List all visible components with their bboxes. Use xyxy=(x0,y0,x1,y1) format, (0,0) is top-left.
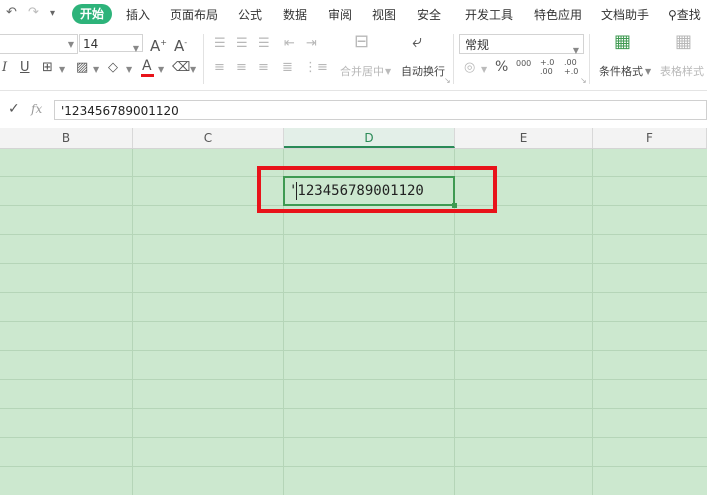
column-headers: B C D E F xyxy=(0,128,707,149)
justify-icon[interactable]: ≣ xyxy=(282,60,293,76)
distributed-icon[interactable]: ⋮≡ xyxy=(304,60,328,76)
thousands-button[interactable]: 000 xyxy=(516,59,531,68)
font-color-icon[interactable]: A xyxy=(142,58,152,74)
chevron-down-icon[interactable]: ▼ xyxy=(59,65,65,74)
percent-button[interactable]: % xyxy=(495,59,508,75)
chevron-down-icon: ▼ xyxy=(132,44,139,53)
number-format-value: 常规 xyxy=(465,38,490,52)
formula-input[interactable]: '123456789001120 xyxy=(54,100,707,120)
merge-center-button[interactable]: 合并居中 xyxy=(340,63,384,79)
grid-line xyxy=(0,466,707,467)
chevron-down-icon: ▼ xyxy=(67,40,74,49)
grid-line xyxy=(0,437,707,438)
chevron-down-icon[interactable]: ▼ xyxy=(126,65,132,74)
font-size-select[interactable]: 14 ▼ xyxy=(79,34,143,53)
fx-icon[interactable]: fx xyxy=(31,102,42,116)
grid-line xyxy=(0,292,707,293)
eraser-icon[interactable]: ⌫ xyxy=(172,60,190,76)
tab-data[interactable]: 数据 xyxy=(283,6,307,23)
column-header-f[interactable]: F xyxy=(593,128,707,148)
column-header-d[interactable]: D xyxy=(284,128,455,148)
decrease-font-icon[interactable]: A- xyxy=(174,35,187,54)
align-top-icon[interactable]: ☰ xyxy=(214,36,226,52)
search-button[interactable]: ⚲查找 xyxy=(668,6,701,23)
conditional-format-button[interactable]: 条件格式 xyxy=(599,63,643,79)
grid-line xyxy=(592,149,593,495)
redo-icon[interactable]: ↷ xyxy=(28,5,39,20)
tab-developer[interactable]: 开发工具 xyxy=(465,6,513,23)
chevron-down-icon[interactable]: ▼ xyxy=(645,67,651,76)
undo-icon[interactable]: ↶ xyxy=(6,5,17,20)
tab-start[interactable]: 开始 xyxy=(72,4,112,24)
table-style-icon[interactable]: ▦ xyxy=(675,33,692,51)
align-left-icon[interactable]: ≡ xyxy=(214,60,225,76)
underline-icon[interactable]: U xyxy=(20,60,30,76)
chevron-down-icon[interactable]: ▼ xyxy=(93,65,99,74)
wrap-text-button[interactable]: 自动换行 xyxy=(401,63,445,79)
grid-line xyxy=(0,321,707,322)
divider xyxy=(453,34,454,84)
indent-decrease-icon[interactable]: ⇤ xyxy=(284,36,295,52)
table-style-button[interactable]: 表格样式 xyxy=(660,63,704,79)
column-header-e[interactable]: E xyxy=(455,128,593,148)
tab-formulas[interactable]: 公式 xyxy=(238,6,262,23)
grid-line xyxy=(0,408,707,409)
grid-line xyxy=(132,149,133,495)
divider xyxy=(589,34,590,84)
search-label: 查找 xyxy=(676,8,701,22)
menu-bar: ↶ ↷ ▾ 开始 插入 页面布局 公式 数据 审阅 视图 安全 开发工具 特色应… xyxy=(0,0,707,28)
tab-special-apps[interactable]: 特色应用 xyxy=(534,6,582,23)
font-name-select[interactable]: ▼ xyxy=(0,34,78,54)
fill-color-icon[interactable]: ◇ xyxy=(108,60,118,76)
align-bottom-icon[interactable]: ☰ xyxy=(258,36,270,52)
grid-line xyxy=(0,350,707,351)
dialog-launcher-icon[interactable]: ↘ xyxy=(580,76,587,85)
search-icon: ⚲ xyxy=(668,8,677,22)
thousands-label: 000 xyxy=(516,59,532,68)
align-middle-icon[interactable]: ☰ xyxy=(236,36,248,52)
formula-bar: ✓ fx '123456789001120 xyxy=(0,98,707,124)
chevron-down-icon[interactable]: ▼ xyxy=(481,65,487,74)
tab-page-layout[interactable]: 页面布局 xyxy=(170,6,218,23)
currency-icon[interactable]: ◎ xyxy=(464,60,475,76)
conditional-format-icon[interactable]: ▦ xyxy=(614,33,631,51)
dialog-launcher-icon[interactable]: ↘ xyxy=(444,76,451,85)
number-format-select[interactable]: 常规 ▼ xyxy=(459,34,584,55)
tab-insert[interactable]: 插入 xyxy=(126,6,150,23)
align-center-icon[interactable]: ≡ xyxy=(236,60,247,76)
grid-line xyxy=(0,234,707,235)
merge-center-icon[interactable]: ⊟ xyxy=(354,33,369,51)
tab-doc-assistant[interactable]: 文档助手 xyxy=(601,6,649,23)
fill-pattern-icon[interactable]: ▨ xyxy=(76,60,88,76)
grid-line xyxy=(0,263,707,264)
chevron-down-icon[interactable]: ▼ xyxy=(190,65,196,74)
increase-font-icon[interactable]: A+ xyxy=(150,35,167,54)
confirm-icon[interactable]: ✓ xyxy=(8,101,20,117)
sheet-grid[interactable]: '123456789001120 xyxy=(0,149,707,495)
divider xyxy=(203,34,204,84)
ribbon-toolbar: ▼ 14 ▼ A+ A- I U ⊞ ▼ ▨ ▼ ◇ ▼ A ▼ ⌫ ▼ ☰ ☰… xyxy=(0,28,707,91)
increase-decimal-button[interactable]: +.0 .00 xyxy=(540,58,560,76)
decrease-decimal-button[interactable]: .00 +.0 xyxy=(564,58,584,76)
italic-icon[interactable]: I xyxy=(2,60,7,76)
tab-view[interactable]: 视图 xyxy=(372,6,396,23)
align-right-icon[interactable]: ≡ xyxy=(258,60,269,76)
border-icon[interactable]: ⊞ xyxy=(42,60,53,76)
chevron-down-icon[interactable]: ▼ xyxy=(158,65,164,74)
tab-review[interactable]: 审阅 xyxy=(328,6,352,23)
tab-security[interactable]: 安全 xyxy=(417,6,441,23)
indent-increase-icon[interactable]: ⇥ xyxy=(306,36,317,52)
font-size-value: 14 xyxy=(83,37,99,51)
grid-line xyxy=(0,379,707,380)
chevron-down-icon[interactable]: ▼ xyxy=(385,67,391,76)
red-highlight-box xyxy=(257,166,497,213)
wrap-text-icon[interactable]: ⤶ xyxy=(412,33,422,51)
font-color-bar xyxy=(141,74,154,77)
column-header-b[interactable]: B xyxy=(0,128,133,148)
column-header-c[interactable]: C xyxy=(133,128,284,148)
quick-access-dropdown-icon[interactable]: ▾ xyxy=(50,8,55,19)
